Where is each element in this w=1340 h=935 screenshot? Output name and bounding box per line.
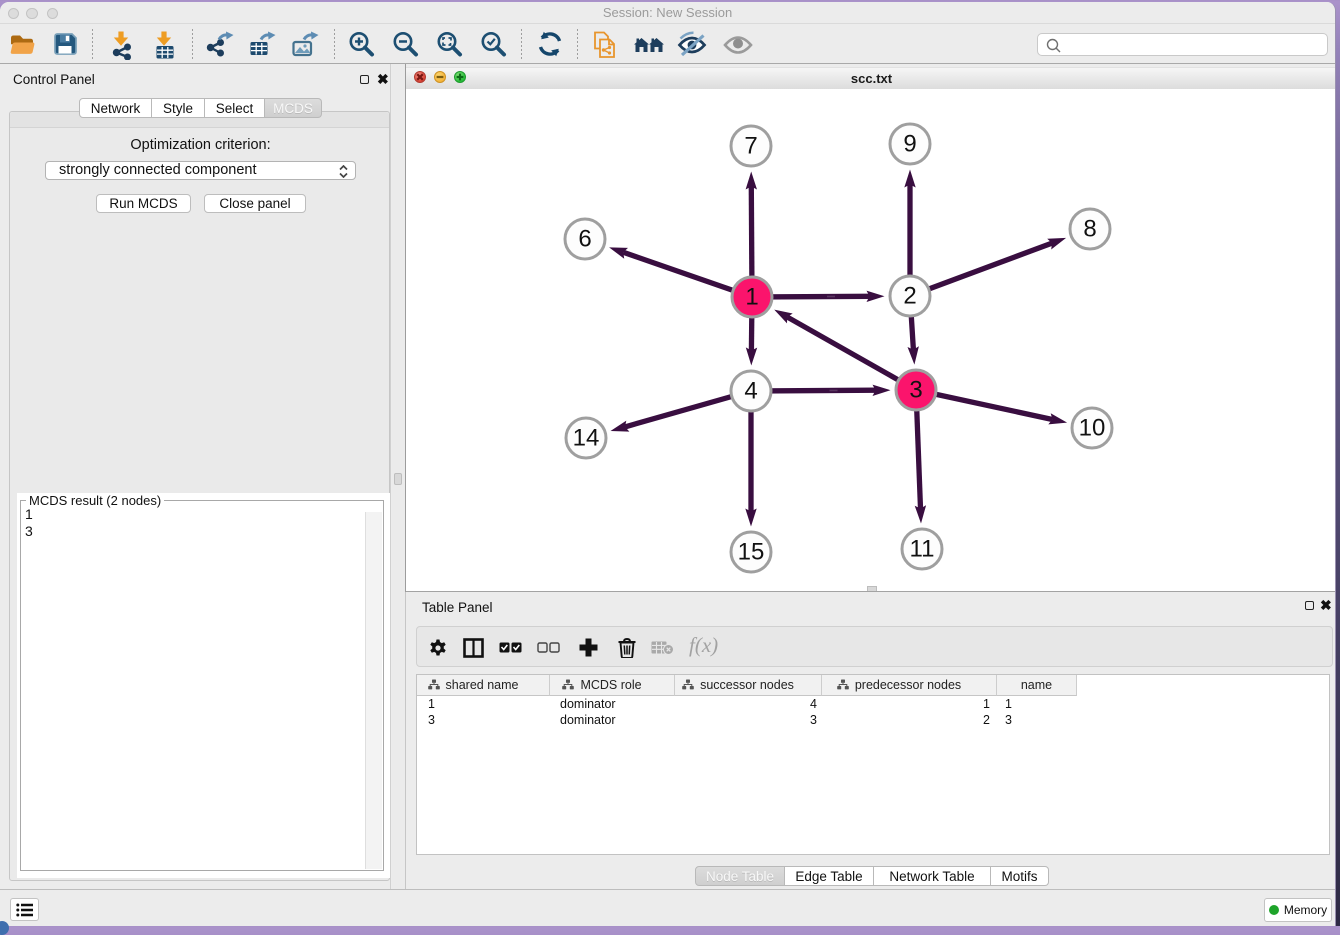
svg-text:9: 9 bbox=[903, 131, 916, 158]
svg-text:14: 14 bbox=[573, 425, 600, 452]
svg-text:10: 10 bbox=[1079, 415, 1106, 442]
svg-text:1: 1 bbox=[745, 284, 758, 311]
svg-text:7: 7 bbox=[744, 133, 757, 160]
svg-text:6: 6 bbox=[578, 226, 591, 253]
svg-text:2: 2 bbox=[903, 283, 916, 310]
svg-text:4: 4 bbox=[744, 378, 757, 405]
svg-text:3: 3 bbox=[909, 377, 922, 404]
svg-text:15: 15 bbox=[738, 539, 765, 566]
svg-text:8: 8 bbox=[1083, 216, 1096, 243]
svg-text:11: 11 bbox=[910, 536, 935, 563]
